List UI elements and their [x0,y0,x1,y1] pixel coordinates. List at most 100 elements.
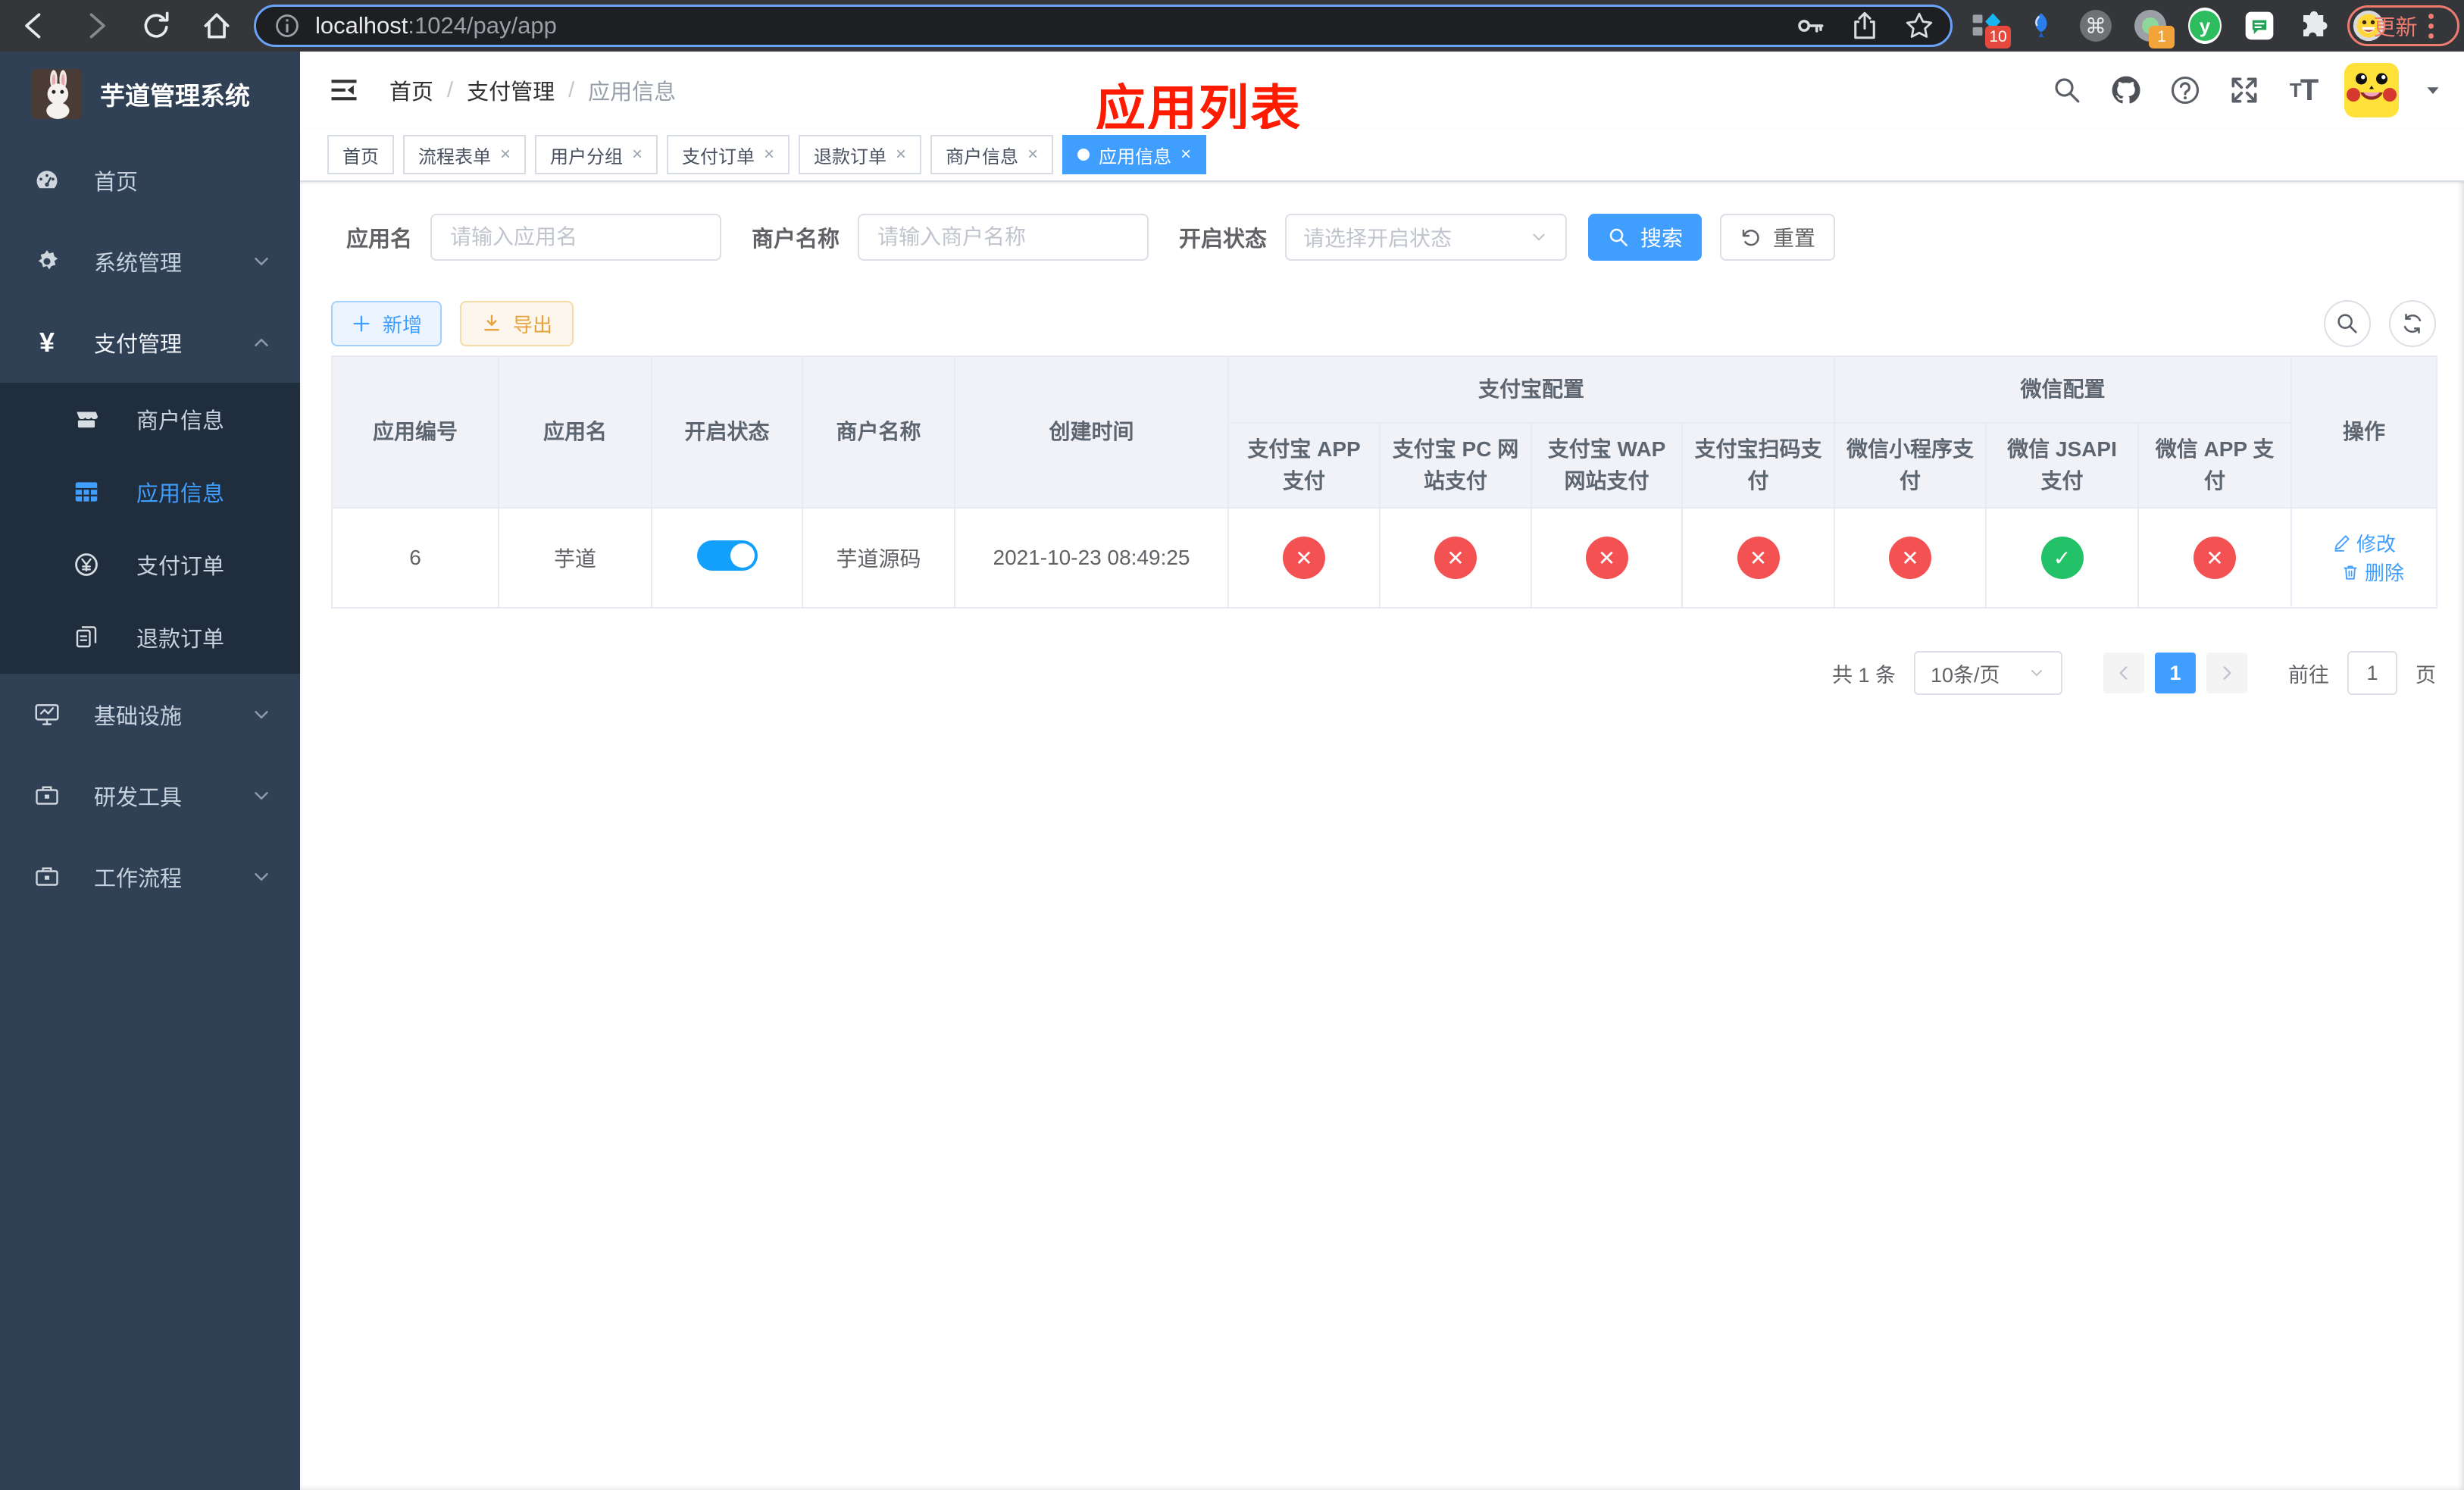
tab-app-info[interactable]: 应用信息 × [1062,135,1207,174]
close-icon[interactable]: × [764,144,774,165]
sidebar-item-pay-order[interactable]: 支付订单 [0,528,300,601]
chevron-down-icon [250,250,273,273]
col-alipay-qr: 支付宝扫码支付 [1681,422,1836,509]
refresh-table-button[interactable] [2389,300,2436,347]
cell-app-name: 芋道 [498,507,652,609]
font-size-icon[interactable]: TT [2285,72,2322,108]
tags-view-bar: 首页 流程表单 × 用户分组 × 支付订单 × 退款订单 × 商户信息 × 应用信息 × [300,129,2464,182]
extension-balloon-icon[interactable] [2025,9,2058,42]
cell-actions: 修改 删除 [2290,507,2438,609]
sidebar-item-payment[interactable]: ¥ 支付管理 [0,302,300,383]
prev-page-button[interactable] [2103,653,2144,693]
extension-recorder-icon[interactable]: 1 [2134,9,2175,49]
search-button[interactable]: 搜索 [1588,214,1703,261]
bookmark-star-icon[interactable] [1903,10,1935,42]
app-name-input[interactable] [430,214,722,261]
close-icon[interactable]: × [896,144,906,165]
shop-icon [70,405,103,434]
sidebar-item-system[interactable]: 系统管理 [0,221,300,302]
tab-merchant-info[interactable]: 商户信息 × [930,135,1054,174]
browser-update-button[interactable]: 更新 [2347,5,2459,46]
reset-button[interactable]: 重置 [1720,214,1836,261]
alipay-wap-status-icon: ✕ [1585,537,1628,579]
breadcrumb-home[interactable]: 首页 [389,74,433,106]
extension-command-icon[interactable]: ⌘ [2079,9,2112,42]
col-group-wechat: 微信配置 [1834,355,2293,424]
password-key-icon[interactable] [1794,10,1826,42]
status-toggle[interactable] [696,540,758,571]
url-text: localhost:1024/pay/app [315,12,557,39]
table-row: 6 芋道 芋道源码 2021-10-23 08:49:25 ✕ ✕ ✕ ✕ ✕ … [331,507,2438,609]
user-avatar[interactable] [2344,63,2399,117]
tab-pay-order[interactable]: 支付订单 × [667,135,790,174]
caret-down-icon[interactable] [2422,79,2444,102]
export-button[interactable]: 导出 [460,301,574,346]
close-icon[interactable]: × [1027,144,1038,165]
cell-status [651,507,803,609]
sidebar-item-dev-tools[interactable]: 研发工具 [0,755,300,836]
total-count: 共 1 条 [1831,663,1896,687]
cell-merchant: 芋道源码 [802,507,955,609]
github-icon[interactable] [2108,72,2144,108]
sidebar-item-app-info[interactable]: 应用信息 [0,455,300,528]
merchant-name-label: 商户名称 [752,227,840,252]
delete-link[interactable]: 删除 [2340,558,2404,586]
app-logo[interactable]: 芋道管理系统 [0,52,300,136]
pagination: 共 1 条 10条/页 1 前往 页 [331,651,2436,695]
fullscreen-icon[interactable] [2226,72,2262,108]
tab-user-group[interactable]: 用户分组 × [535,135,658,174]
alipay-pc-status-icon: ✕ [1434,537,1477,579]
tab-home[interactable]: 首页 [327,135,394,174]
browser-reload-icon[interactable] [139,9,173,42]
alipay-qr-status-icon: ✕ [1737,537,1780,579]
edit-link[interactable]: 修改 [2332,529,2396,557]
address-bar[interactable]: localhost:1024/pay/app [254,5,1953,47]
browser-menu-icon[interactable] [2428,13,2434,39]
tab-process-form[interactable]: 流程表单 × [403,135,527,174]
sidebar-item-refund-order[interactable]: 退款订单 [0,601,300,674]
payment-submenu: 商户信息 应用信息 支付订单 退款订单 [0,383,300,674]
wechat-mini-status-icon: ✕ [1889,537,1932,579]
close-icon[interactable]: × [500,144,511,165]
close-icon[interactable]: × [1180,144,1191,165]
close-icon[interactable]: × [632,144,643,165]
show-search-icon-button[interactable] [2324,300,2371,347]
extension-yuque-icon[interactable]: y [2188,8,2222,44]
gear-icon [32,248,62,275]
browser-toolbar: localhost:1024/pay/app 10 ⌘ 1 y 更新 [0,0,2464,52]
extension-chat-icon[interactable] [2243,9,2276,42]
status-select[interactable]: 请选择开启状态 [1285,214,1568,261]
merchant-name-input[interactable] [858,214,1149,261]
page-suffix: 页 [2416,663,2436,687]
tab-refund-order[interactable]: 退款订单 × [799,135,922,174]
chevron-down-icon [1529,227,1549,247]
breadcrumb-payment[interactable]: 支付管理 [467,74,555,106]
alipay-app-status-icon: ✕ [1283,537,1325,579]
search-icon[interactable] [2049,72,2085,108]
sidebar-item-infrastructure[interactable]: 基础设施 [0,674,300,755]
help-icon[interactable] [2167,72,2203,108]
chevron-down-icon [2028,664,2046,682]
table-toolbar: 新增 导出 [331,300,2436,347]
col-wechat-app: 微信 APP 支付 [2137,422,2293,509]
add-button[interactable]: 新增 [331,301,442,346]
chevron-up-icon [250,331,273,354]
next-page-button[interactable] [2206,653,2247,693]
app-name-label: 应用名 [346,227,413,252]
sidebar-item-merchant-info[interactable]: 商户信息 [0,383,300,455]
sidebar-collapse-icon[interactable] [327,74,361,107]
extensions-puzzle-icon[interactable] [2297,9,2331,42]
browser-back-icon[interactable] [18,9,52,42]
sidebar-item-home[interactable]: 首页 [0,139,300,221]
page-size-select[interactable]: 10条/页 [1914,651,2062,695]
page-1-button[interactable]: 1 [2155,653,2196,693]
sidebar-item-workflow[interactable]: 工作流程 [0,836,300,917]
browser-home-icon[interactable] [200,9,233,42]
browser-forward-icon[interactable] [79,9,112,42]
sidebar: 芋道管理系统 首页 系统管理 ¥ 支付管理 商户信息 应用信息 支付订单 退款订… [0,52,300,1490]
goto-page-input[interactable] [2347,651,2397,695]
extension-diamond-icon[interactable]: 10 [1970,9,2011,49]
col-wechat-mini: 微信小程序支付 [1834,422,1987,509]
share-icon[interactable] [1849,10,1881,42]
site-info-icon[interactable] [273,11,302,40]
